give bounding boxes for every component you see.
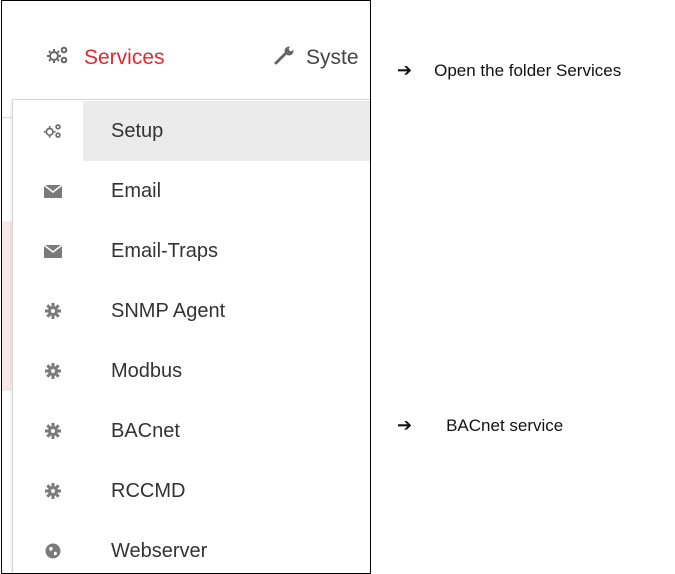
menu-item-bacnet[interactable]: BACnet [13, 401, 370, 461]
menu-item-label: Modbus [111, 359, 183, 382]
envelope-icon [43, 241, 63, 261]
menu-item-label: Setup [111, 119, 164, 142]
arrow-icon: ➔ [397, 60, 413, 80]
menu-item-setup[interactable]: Setup [13, 101, 370, 161]
nav-system[interactable]: Syste [274, 45, 359, 70]
menu-item-email-traps[interactable]: Email-Traps [13, 221, 370, 281]
menu-item-label: BACnet [111, 419, 180, 442]
menu-item-label: Email-Traps [111, 239, 219, 262]
gears-icon [46, 45, 70, 70]
gears-icon [43, 121, 63, 141]
gear-icon [43, 301, 63, 321]
top-navigation: Services Syste [2, 1, 370, 113]
annotation-open-services: ➔ Open the folder Services [397, 60, 621, 81]
globe-icon [43, 541, 63, 561]
menu-item-label: Webserver [111, 539, 208, 562]
menu-item-label: Email [111, 179, 162, 202]
menu-item-label: RCCMD [111, 479, 186, 502]
gear-icon [43, 361, 63, 381]
menu-item-modbus[interactable]: Modbus [13, 341, 370, 401]
nav-system-label: Syste [306, 45, 359, 69]
wrench-icon [274, 45, 296, 70]
envelope-icon [43, 181, 63, 201]
gear-icon [43, 481, 63, 501]
gear-icon [43, 421, 63, 441]
screenshot-frame: Services Syste Setup Email Email-Traps S… [1, 0, 371, 574]
annotation-text: Open the folder Services [434, 60, 622, 80]
nav-services[interactable]: Services [46, 45, 165, 70]
services-dropdown-menu: Setup Email Email-Traps SNMP Agent Modbu… [12, 99, 370, 573]
menu-item-webserver[interactable]: Webserver [13, 521, 370, 573]
menu-item-label: SNMP Agent [111, 299, 226, 322]
nav-services-label: Services [84, 45, 165, 69]
menu-item-email[interactable]: Email [13, 161, 370, 221]
menu-item-rccmd[interactable]: RCCMD [13, 461, 370, 521]
menu-item-snmp-agent[interactable]: SNMP Agent [13, 281, 370, 341]
annotation-text: BACnet service [446, 415, 564, 435]
arrow-icon: ➔ [397, 415, 413, 435]
annotation-bacnet-service: ➔ BACnet service [397, 415, 563, 436]
